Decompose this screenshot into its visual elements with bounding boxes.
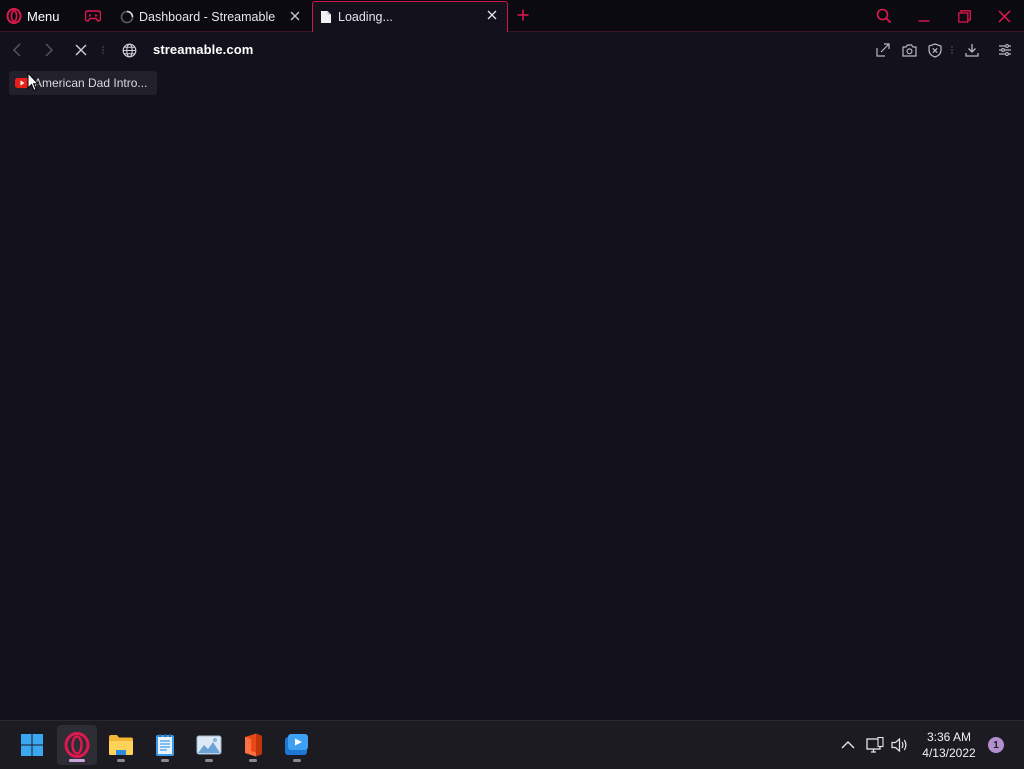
media-player-icon [284, 733, 310, 757]
running-indicator [249, 759, 257, 762]
taskbar-photos[interactable] [189, 725, 229, 765]
tab-strip: Menu Dashboard - Streamable Loading... [0, 0, 1024, 32]
tab-dashboard[interactable]: Dashboard - Streamable [114, 3, 310, 31]
taskbar-notepad[interactable] [145, 725, 185, 765]
running-indicator [293, 759, 301, 762]
network-button[interactable] [865, 735, 885, 755]
close-tab-icon[interactable] [288, 9, 302, 23]
close-icon [997, 9, 1011, 23]
opera-gx-icon [64, 732, 90, 758]
downloads-button[interactable] [963, 41, 981, 59]
start-button[interactable] [12, 725, 52, 765]
mouse-cursor-icon [27, 72, 39, 92]
chevron-left-icon [12, 43, 22, 57]
snapshot-button[interactable] [900, 41, 918, 59]
settings-sliders-icon [998, 44, 1012, 56]
site-info-button[interactable] [120, 41, 138, 59]
volume-button[interactable] [890, 735, 910, 755]
running-indicator [69, 759, 85, 762]
close-window-button[interactable] [994, 6, 1014, 26]
opera-logo-icon [6, 8, 22, 24]
start-icon [20, 733, 44, 757]
loading-spinner-icon [120, 10, 134, 24]
plus-icon [517, 9, 529, 21]
share-button[interactable] [874, 41, 892, 59]
taskbar-clock[interactable]: 3:36 AM 4/13/2022 [916, 729, 982, 761]
running-indicator [205, 759, 213, 762]
forward-button[interactable] [40, 41, 58, 59]
taskbar-office[interactable] [233, 725, 273, 765]
new-tab-button[interactable] [514, 6, 532, 24]
address-bar: streamable.com [0, 32, 1024, 68]
bookmarks-bar: American Dad Intro... [0, 68, 1024, 98]
close-tab-icon[interactable] [485, 8, 499, 22]
globe-icon [122, 43, 137, 58]
volume-icon [891, 737, 909, 753]
tab-title: Loading... [338, 10, 393, 24]
notepad-icon [155, 733, 175, 757]
chevron-right-icon [44, 43, 54, 57]
shield-x-icon [928, 42, 942, 58]
search-icon [876, 8, 892, 24]
file-explorer-icon [108, 734, 134, 756]
taskbar-file-explorer[interactable] [101, 725, 141, 765]
network-icon [866, 737, 884, 753]
document-icon [319, 10, 333, 24]
back-button[interactable] [8, 41, 26, 59]
gx-controller-button[interactable] [82, 5, 104, 27]
opera-menu-button[interactable]: Menu [6, 4, 70, 28]
address-input[interactable]: streamable.com [153, 42, 253, 57]
close-icon [75, 44, 87, 56]
running-indicator [161, 759, 169, 762]
clock-date: 4/13/2022 [922, 746, 976, 760]
separator [951, 45, 953, 55]
running-indicator [117, 759, 125, 762]
share-icon [876, 43, 890, 57]
tab-search-button[interactable] [874, 6, 894, 26]
stop-loading-button[interactable] [72, 41, 90, 59]
windows-taskbar: 3:36 AM 4/13/2022 1 [0, 720, 1024, 769]
menu-label: Menu [27, 8, 60, 24]
taskbar-media-player[interactable] [277, 725, 317, 765]
restore-button[interactable] [954, 6, 974, 26]
easy-setup-button[interactable] [996, 41, 1014, 59]
bookmark-label: American Dad Intro... [34, 76, 148, 90]
tab-loading[interactable]: Loading... [312, 1, 508, 32]
photos-icon [196, 735, 222, 755]
notification-badge[interactable]: 1 [988, 737, 1004, 753]
show-hidden-icons-button[interactable] [838, 735, 858, 755]
download-icon [965, 43, 979, 57]
office-icon [242, 733, 264, 757]
separator [102, 45, 104, 55]
restore-icon [957, 9, 971, 23]
clock-time: 3:36 AM [926, 730, 972, 744]
minimize-button[interactable] [914, 6, 934, 26]
taskbar-opera-gx[interactable] [57, 725, 97, 765]
tab-title: Dashboard - Streamable [139, 10, 276, 24]
minimize-icon [918, 10, 930, 22]
gamepad-icon [85, 10, 101, 22]
ad-blocker-button[interactable] [926, 41, 944, 59]
chevron-up-icon [841, 741, 855, 749]
camera-icon [901, 43, 917, 57]
